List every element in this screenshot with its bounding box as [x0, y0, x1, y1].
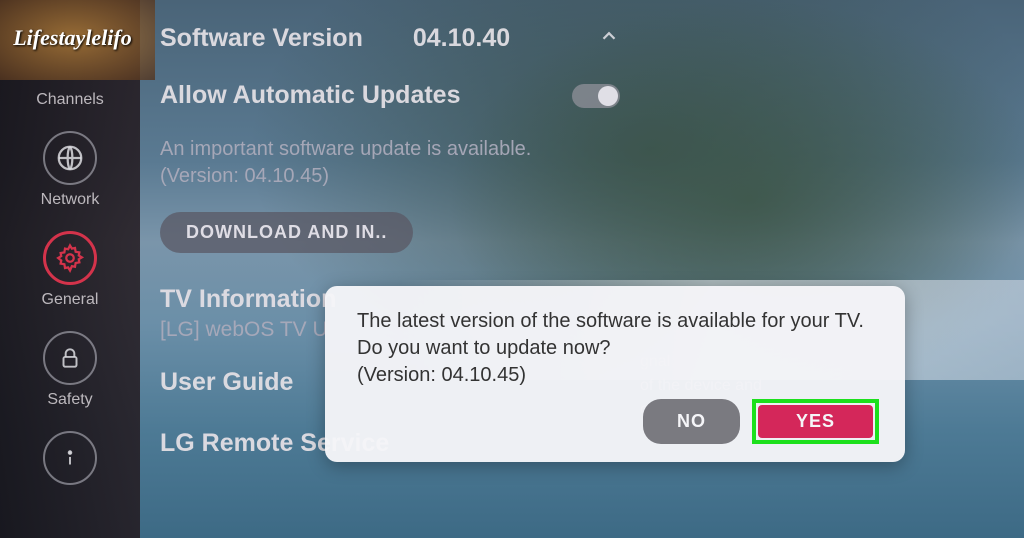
sidebar-item-network[interactable]: Network [0, 123, 140, 223]
sidebar-item-label: Channels [36, 91, 104, 109]
download-install-button[interactable]: DOWNLOAD AND IN.. [160, 212, 413, 253]
software-version-label: Software Version [160, 24, 363, 53]
update-popup: The latest version of the software is av… [325, 286, 905, 462]
no-button[interactable]: NO [643, 399, 740, 444]
software-version-row[interactable]: Software Version 04.10.40 [150, 10, 630, 67]
auto-updates-row[interactable]: Allow Automatic Updates [150, 67, 630, 124]
globe-icon [43, 131, 97, 185]
popup-message: The latest version of the software is av… [357, 308, 879, 362]
yes-button[interactable]: YES [758, 405, 873, 438]
sidebar-item-general[interactable]: General [0, 223, 140, 323]
lock-icon [43, 331, 97, 385]
auto-updates-label: Allow Automatic Updates [160, 81, 461, 110]
sidebar-item-label: General [42, 291, 99, 309]
sidebar-item-label: Safety [47, 391, 92, 409]
popup-version: (Version: 04.10.45) [357, 364, 879, 387]
toggle-knob [598, 86, 618, 106]
popup-buttons: NO YES [357, 399, 879, 444]
software-version-value: 04.10.40 [413, 24, 510, 53]
gear-icon [43, 231, 97, 285]
yes-highlight-box: YES [752, 399, 879, 444]
sidebar-items: Channels Network General [0, 85, 140, 499]
sidebar-item-safety[interactable]: Safety [0, 323, 140, 423]
sidebar: Lifestaylelifo Channels Network General [0, 0, 140, 538]
update-notice: An important software update is availabl… [150, 124, 630, 194]
logo-overlay: Lifestaylelifo [0, 0, 155, 80]
sidebar-item-channels[interactable]: Channels [0, 85, 140, 123]
sidebar-item-label: Network [41, 191, 100, 209]
auto-updates-toggle[interactable] [572, 84, 620, 108]
chevron-up-icon [598, 25, 620, 52]
sidebar-item-more[interactable] [0, 423, 140, 499]
logo-text: Lifestaylelifo [13, 25, 132, 51]
info-icon [43, 431, 97, 485]
